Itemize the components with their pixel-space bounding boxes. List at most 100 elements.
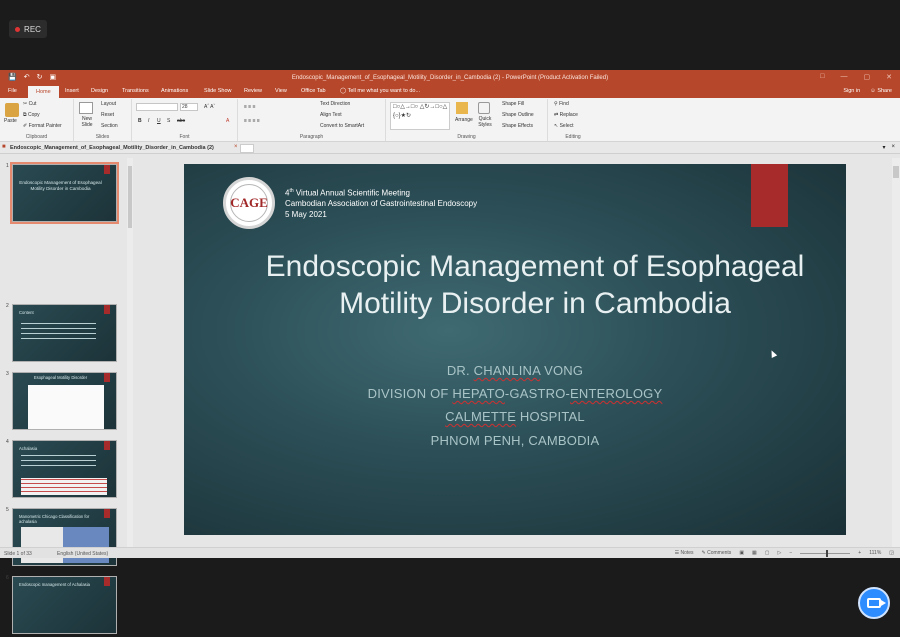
find-button[interactable]: ⚲ Find <box>554 101 569 107</box>
person-icon: ☺ <box>870 88 876 94</box>
reading-view-icon[interactable]: ▢ <box>765 550 770 556</box>
meeting-line-2: Cambodian Association of Gastrointestina… <box>285 199 478 209</box>
paste-icon[interactable] <box>5 103 19 117</box>
tab-office-tab[interactable]: Office Tab <box>301 88 326 94</box>
slide-title[interactable]: Endoscopic Management of Esophageal Moti… <box>264 248 806 322</box>
format-painter-button[interactable]: ✐ Format Painter <box>23 123 62 129</box>
font-color-button[interactable]: A <box>226 118 229 124</box>
align-icons[interactable]: ≡ ≡ ≡ ≡ <box>244 118 260 124</box>
tab-insert[interactable]: Insert <box>65 88 79 94</box>
format-painter-label: Format Painter <box>28 123 62 129</box>
thumbnails-scrollbar[interactable] <box>127 158 133 547</box>
zoom-in-icon[interactable]: + <box>858 550 861 556</box>
thumbnail-slide-2[interactable]: 2 Content <box>0 303 128 365</box>
close-icon[interactable]: ✕ <box>886 73 892 81</box>
slide-scrollbar[interactable] <box>892 158 900 547</box>
underline-button[interactable]: U <box>157 118 161 124</box>
tab-transitions[interactable]: Transitions <box>122 88 149 94</box>
slideshow-view-icon[interactable]: ▷ <box>778 550 782 556</box>
division-line: DIVISION OF HEPATO-GASTRO-ENTEROLOGY <box>184 386 846 401</box>
copy-button[interactable]: ⧉ Copy <box>23 112 40 118</box>
document-tab[interactable]: Endoscopic_Management_of_Esophageal_Moti… <box>10 145 214 151</box>
new-slide-icon[interactable] <box>79 102 93 114</box>
ribbon-display-icon[interactable]: □ <box>820 73 824 81</box>
maximize-icon[interactable]: ▢ <box>864 73 871 81</box>
ribbon-home: Paste ✂ Cut ⧉ Copy ✐ Format Painter Clip… <box>0 98 900 142</box>
italic-button[interactable]: I <box>148 118 149 124</box>
thumbnail-preview: Endoscopic management of Achalasia <box>12 576 117 634</box>
comments-button[interactable]: ✎ Comments <box>702 550 732 556</box>
cut-button[interactable]: ✂ Cut <box>23 101 36 107</box>
tab-animations[interactable]: Animations <box>161 88 188 94</box>
tab-list-icon[interactable]: ▾ <box>882 144 885 151</box>
layout-button[interactable]: Layout <box>101 101 116 107</box>
shapes-gallery[interactable]: □○△→□○ △↻→□○△ {○}★↻ <box>390 102 450 130</box>
reset-button[interactable]: Reset <box>101 112 114 118</box>
paste-button[interactable]: Paste <box>4 118 17 124</box>
lightbulb-icon: ◯ <box>340 88 347 94</box>
meeting-name: Virtual Annual Scientific Meeting <box>293 188 410 198</box>
convert-smartart-button[interactable]: Convert to SmartArt <box>320 123 364 129</box>
tell-me-box[interactable]: ◯ Tell me what you want to do... <box>340 88 420 94</box>
minimize-icon[interactable]: — <box>841 73 848 81</box>
align-text-button[interactable]: Align Text <box>320 112 342 118</box>
notes-button[interactable]: ☰ Notes <box>675 550 694 556</box>
shadow-button[interactable]: S <box>167 118 170 124</box>
thumbnail-number: 1 <box>6 163 9 169</box>
font-name-input[interactable] <box>136 103 178 111</box>
fit-to-window-icon[interactable]: ◲ <box>889 550 894 556</box>
meeting-date: 5 May 2021 <box>285 209 327 219</box>
language-indicator[interactable]: English (United States) <box>57 551 108 557</box>
grow-font-icon[interactable]: Aˆ Aˇ <box>204 104 215 110</box>
shape-effects-button[interactable]: Shape Effects <box>502 123 533 129</box>
cut-label: Cut <box>28 101 37 107</box>
tab-slide-show[interactable]: Slide Show <box>204 88 232 94</box>
shape-fill-button[interactable]: Shape Fill <box>502 101 524 107</box>
thumbnail-preview: Content <box>12 304 117 362</box>
share-button[interactable]: ☺ Share <box>870 88 892 94</box>
close-all-icon[interactable]: × <box>891 144 895 151</box>
new-tab-button[interactable] <box>240 144 254 153</box>
tab-view[interactable]: View <box>275 88 287 94</box>
quick-styles-icon[interactable] <box>478 102 490 114</box>
zoom-slider[interactable] <box>800 549 851 557</box>
zoom-level[interactable]: 111% <box>869 550 881 556</box>
scroll-thumb[interactable] <box>893 166 899 178</box>
video-camera-button[interactable] <box>858 587 890 619</box>
font-size-input[interactable]: 28 <box>180 103 198 111</box>
normal-view-icon[interactable]: ▣ <box>739 550 744 556</box>
sign-in-link[interactable]: Sign in <box>843 88 860 94</box>
current-slide[interactable]: CAGE 4th Virtual Annual Scientific Meeti… <box>184 164 846 535</box>
strikethrough-button[interactable]: abc <box>177 118 185 124</box>
replace-label: Replace <box>559 112 578 118</box>
arrange-icon[interactable] <box>456 102 468 114</box>
zoom-slider-thumb[interactable] <box>826 549 829 557</box>
shape-outline-button[interactable]: Shape Outline <box>502 112 534 118</box>
replace-button[interactable]: ⇄ Replace <box>554 112 578 118</box>
text-direction-button[interactable]: Text Direction <box>320 101 350 107</box>
tab-home[interactable]: Home <box>28 86 59 98</box>
division-enterology: ENTEROLOGY <box>570 386 663 401</box>
tab-design[interactable]: Design <box>91 88 108 94</box>
tab-file[interactable]: File <box>8 88 17 94</box>
close-tab-icon[interactable]: × <box>234 144 238 150</box>
thumbnail-slide-3[interactable]: 3 Esophageal Motility Disorder <box>0 371 128 433</box>
tab-review[interactable]: Review <box>244 88 262 94</box>
thumbnail-slide-4[interactable]: 4 Achalasia <box>0 439 128 501</box>
accent-stripe <box>104 577 110 586</box>
section-button[interactable]: Section <box>101 123 118 129</box>
zoom-out-icon[interactable]: − <box>789 550 792 556</box>
bold-button[interactable]: B <box>138 118 142 124</box>
ribbon-tabs: File Home Insert Design Transitions Anim… <box>0 86 900 98</box>
select-button[interactable]: ↖ Select <box>554 123 574 129</box>
new-slide-button[interactable]: New Slide <box>77 116 97 128</box>
rec-label: REC <box>24 24 41 34</box>
quick-styles-button[interactable]: Quick Styles <box>476 116 494 128</box>
thumbnail-slide-1[interactable]: 1 Endoscopic Management of Esophageal Mo… <box>0 162 128 225</box>
font-label: Font <box>179 134 190 140</box>
thumbnail-slide-5[interactable]: 5 Manometric Chicago Classification for … <box>0 507 128 569</box>
slide-sorter-icon[interactable]: ▦ <box>752 550 757 556</box>
bullets-icon[interactable]: ≡ ≡ ≡ <box>244 104 256 110</box>
arrange-button[interactable]: Arrange <box>455 117 473 123</box>
scroll-thumb[interactable] <box>128 166 132 228</box>
